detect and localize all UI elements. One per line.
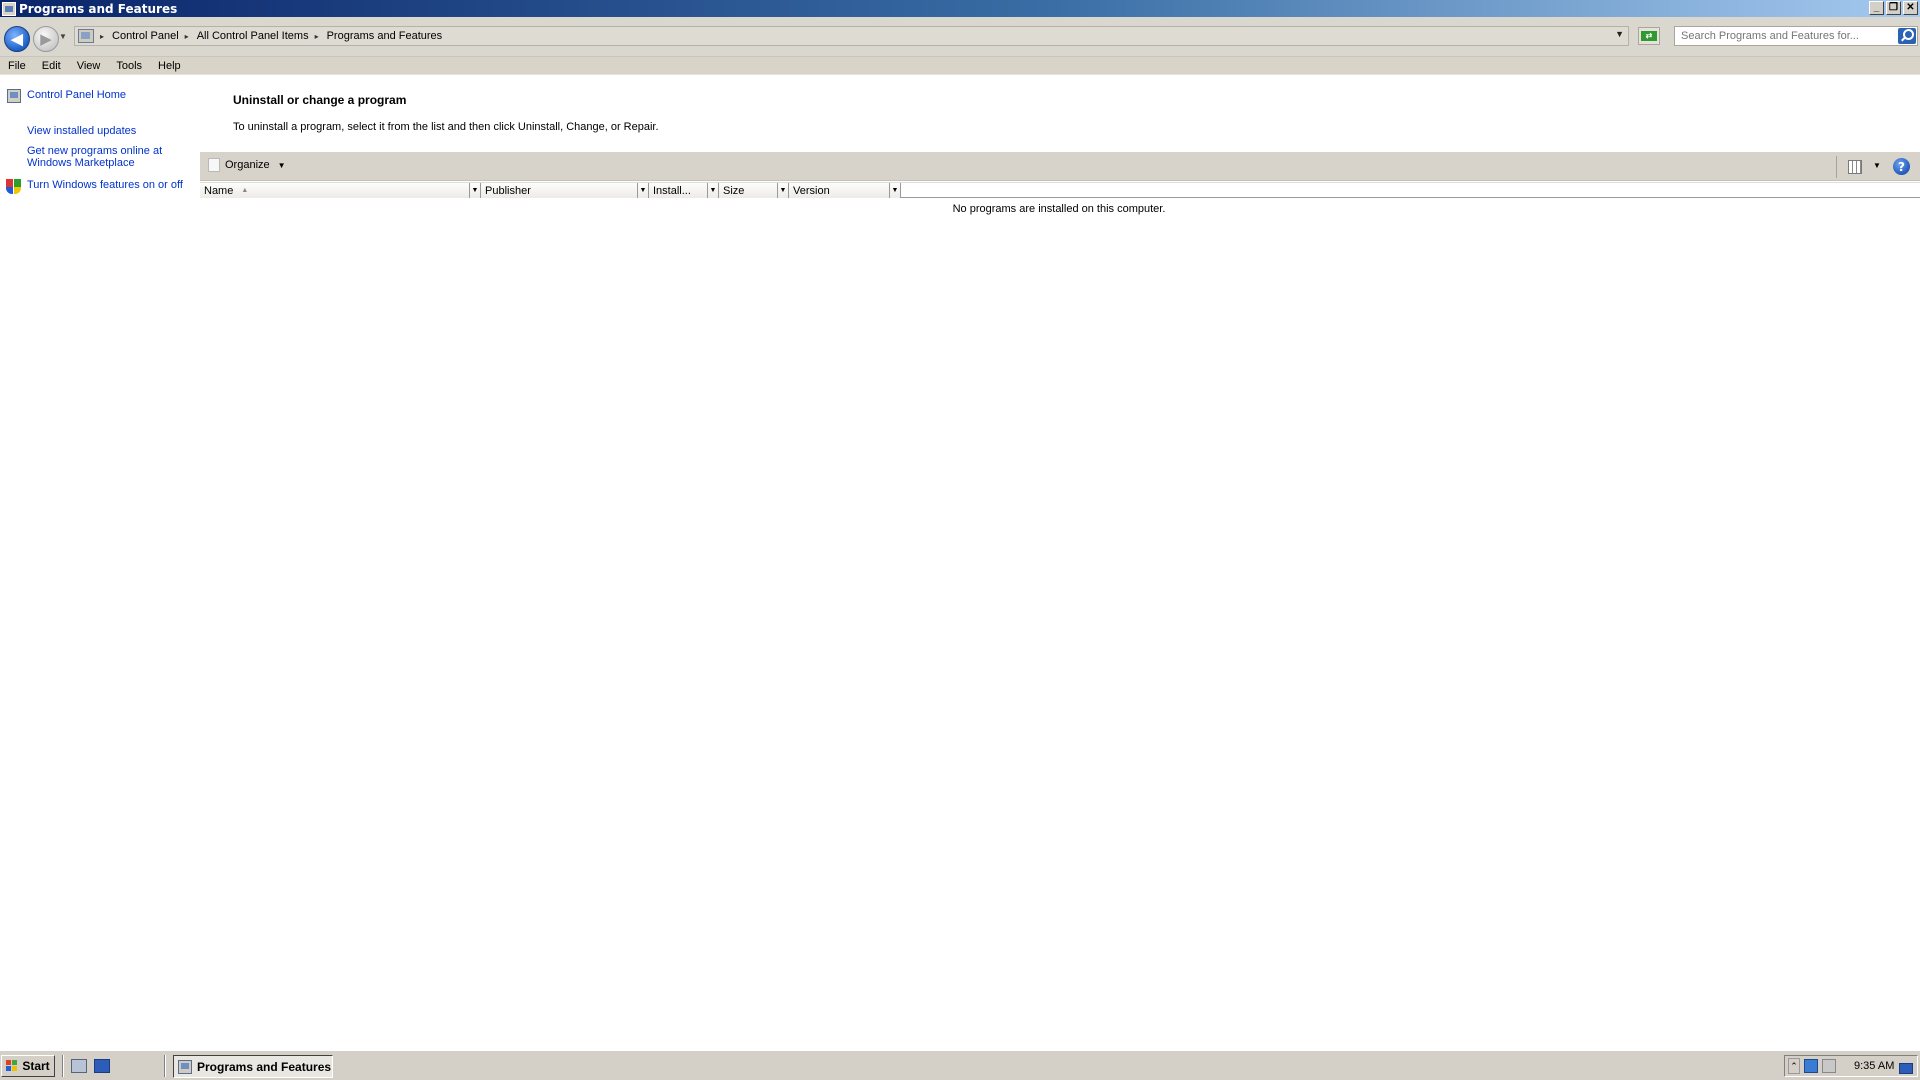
chevron-right-icon[interactable]: ▸ (185, 32, 189, 41)
column-publisher[interactable]: Publisher ▼ (481, 183, 649, 198)
windows-features-link[interactable]: Turn Windows features on or off (6, 179, 183, 195)
control-panel-icon (78, 29, 94, 43)
organize-label: Organize (225, 159, 270, 171)
program-icon (178, 1059, 192, 1074)
title-bar: Programs and Features _ ❐ ✕ (0, 0, 1920, 17)
restore-button[interactable]: ❐ (1886, 1, 1901, 15)
column-size[interactable]: Size ▼ (719, 183, 789, 198)
taskbar: Start Programs and Features ⌃ 9:35 AM (0, 1050, 1920, 1080)
column-filter-dropdown[interactable]: ▼ (777, 183, 788, 198)
views-dropdown-icon[interactable]: ▼ (1873, 161, 1881, 170)
chevron-right-icon[interactable]: ▸ (100, 32, 104, 41)
organize-icon (208, 158, 220, 172)
menu-file[interactable]: File (0, 60, 34, 72)
views-icon[interactable] (1848, 160, 1862, 174)
divider (164, 1055, 166, 1077)
address-bar[interactable]: ▸ Control Panel ▸ All Control Panel Item… (74, 26, 1629, 46)
command-bar: Organize ▼ ▼ ? (200, 152, 1920, 181)
control-panel-home-label[interactable]: Control Panel Home (27, 89, 126, 101)
menu-tools[interactable]: Tools (108, 60, 150, 72)
start-button[interactable]: Start (1, 1055, 55, 1077)
column-publisher-label: Publisher (485, 184, 531, 197)
column-filter-dropdown[interactable]: ▼ (637, 183, 648, 198)
windows-logo-icon (6, 1060, 18, 1072)
menu-edit[interactable]: Edit (34, 60, 69, 72)
column-headers: Name ▲ ▼ Publisher ▼ Install... ▼ Size ▼… (200, 182, 1920, 198)
system-tray: ⌃ 9:35 AM (1784, 1055, 1918, 1077)
page-title: Uninstall or change a program (233, 93, 407, 107)
clock[interactable]: 9:35 AM (1854, 1060, 1894, 1072)
recent-pages-dropdown[interactable]: ▼ (59, 32, 67, 41)
back-arrow-icon[interactable]: ◀ (4, 26, 30, 52)
minimize-button[interactable]: _ (1869, 1, 1884, 15)
search-icon[interactable] (1898, 28, 1916, 44)
action-center-icon[interactable] (1899, 1063, 1913, 1074)
breadcrumb-programs-features[interactable]: Programs and Features (327, 30, 443, 42)
menu-help[interactable]: Help (150, 60, 189, 72)
empty-list-message: No programs are installed on this comput… (952, 203, 1166, 215)
divider (1836, 156, 1837, 178)
column-filter-dropdown[interactable]: ▼ (469, 183, 480, 198)
sort-ascending-icon: ▲ (241, 187, 249, 194)
chevron-right-icon[interactable]: ▸ (315, 32, 319, 41)
show-desktop-icon[interactable] (94, 1059, 110, 1073)
server-manager-icon[interactable] (71, 1059, 87, 1073)
volume-muted-icon[interactable] (1822, 1059, 1836, 1073)
column-filter-dropdown[interactable]: ▼ (707, 183, 718, 198)
program-icon (2, 1, 16, 16)
chevron-down-icon: ▼ (277, 160, 286, 170)
column-installed-on[interactable]: Install... ▼ (649, 183, 719, 198)
get-new-programs-link[interactable]: Get new programs online at Windows Marke… (27, 145, 167, 169)
column-installed-label: Install... (653, 184, 691, 197)
search-box[interactable] (1674, 26, 1918, 46)
show-hidden-icons-icon[interactable]: ⌃ (1788, 1058, 1800, 1074)
navigation-bar: ◀ ▶ ▼ ▸ Control Panel ▸ All Control Pane… (0, 17, 1920, 57)
column-version[interactable]: Version ▼ (789, 183, 901, 198)
refresh-icon: ⇄ (1641, 31, 1657, 41)
menu-view[interactable]: View (69, 60, 109, 72)
column-filter-dropdown[interactable]: ▼ (889, 183, 900, 198)
task-pane: Control Panel Home View installed update… (0, 75, 198, 1050)
page-description: To uninstall a program, select it from t… (233, 121, 659, 133)
column-name-label: Name (204, 184, 234, 197)
control-panel-home-link[interactable]: Control Panel Home (7, 89, 126, 103)
windows-features-label[interactable]: Turn Windows features on or off (27, 179, 183, 191)
main-content: Uninstall or change a program To uninsta… (198, 75, 1920, 1050)
close-button[interactable]: ✕ (1903, 1, 1918, 15)
forward-arrow-icon[interactable]: ▶ (33, 26, 59, 52)
refresh-button[interactable]: ⇄ (1638, 27, 1660, 45)
control-panel-icon (7, 89, 21, 103)
address-history-dropdown[interactable]: ▼ (1615, 29, 1624, 39)
divider (62, 1055, 64, 1077)
start-label: Start (22, 1059, 50, 1073)
help-icon[interactable]: ? (1893, 158, 1910, 175)
search-input[interactable] (1675, 30, 1885, 42)
window-controls: _ ❐ ✕ (1869, 1, 1918, 15)
view-installed-updates-link[interactable]: View installed updates (27, 125, 187, 137)
column-size-label: Size (723, 184, 745, 197)
taskbar-button-label: Programs and Features (197, 1059, 332, 1074)
column-version-label: Version (793, 184, 830, 197)
shield-icon (6, 179, 21, 195)
taskbar-button-programs-features[interactable]: Programs and Features (173, 1055, 333, 1078)
network-icon[interactable] (1804, 1059, 1818, 1073)
organize-button[interactable]: Organize ▼ (208, 158, 286, 172)
menu-bar: File Edit View Tools Help (0, 57, 1920, 75)
column-name[interactable]: Name ▲ ▼ (200, 183, 481, 198)
breadcrumb-control-panel[interactable]: Control Panel (112, 30, 179, 42)
window-title: Programs and Features (19, 1, 178, 16)
breadcrumb-all-items[interactable]: All Control Panel Items (197, 30, 309, 42)
